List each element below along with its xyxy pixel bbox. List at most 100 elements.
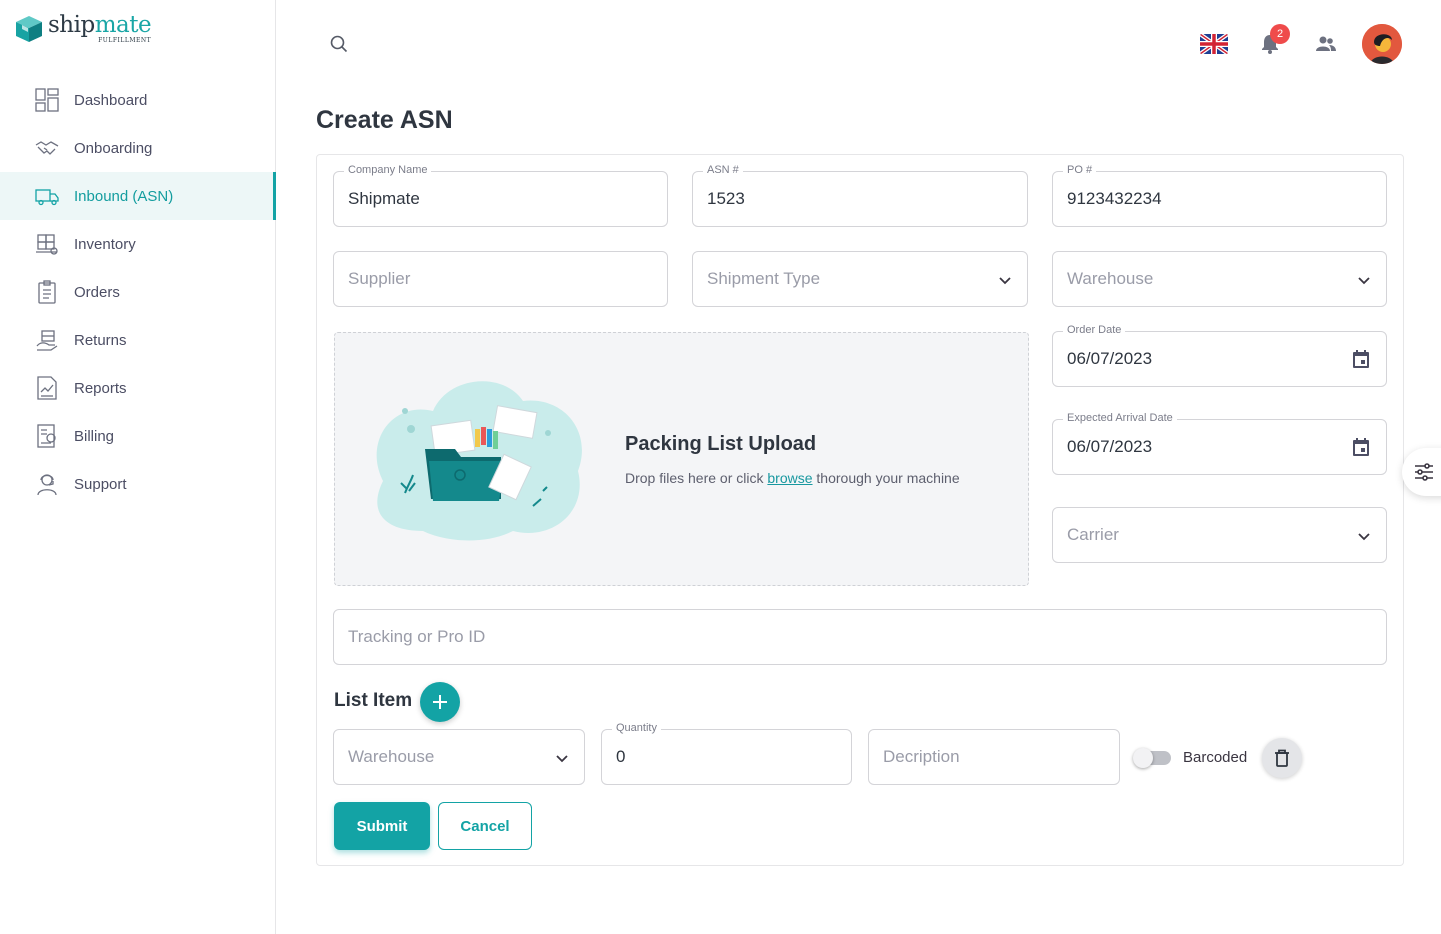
calendar-icon[interactable] — [1350, 436, 1372, 458]
page-title: Create ASN — [316, 106, 453, 134]
po-number-field[interactable]: PO # 9123432234 — [1052, 164, 1387, 227]
barcoded-toggle[interactable] — [1133, 748, 1171, 768]
delete-list-item-button[interactable] — [1262, 738, 1302, 778]
sidebar-item-label: Reports — [74, 379, 127, 397]
app-root: shipmate FULFILLMENT Dashboard Onboardin… — [0, 0, 1441, 934]
order-date-value: 06/07/2023 — [1067, 349, 1153, 368]
notification-badge: 2 — [1270, 24, 1290, 44]
returns-icon — [35, 328, 59, 352]
sidebar-item-inbound-asn[interactable]: Inbound (ASN) — [0, 172, 276, 220]
company-name-field[interactable]: Company Name Shipmate — [333, 164, 668, 227]
search-icon — [330, 35, 348, 53]
uk-flag-icon[interactable] — [1200, 34, 1228, 54]
quantity-label: Quantity — [612, 722, 661, 734]
list-item-warehouse-placeholder: Warehouse — [348, 747, 435, 766]
sidebar-item-orders[interactable]: Orders — [0, 268, 276, 316]
shipment-type-select[interactable]: Shipment Type — [692, 251, 1028, 307]
logo-subtitle: FULFILLMENT — [98, 37, 152, 44]
po-number-label: PO # — [1063, 164, 1097, 176]
trash-icon — [1275, 749, 1289, 767]
list-item-title: List Item — [334, 690, 413, 711]
toggle-knob — [1133, 748, 1153, 768]
create-asn-form: Company Name Shipmate ASN # 1523 PO # 91… — [316, 154, 1404, 866]
expected-arrival-date-field[interactable]: Expected Arrival Date 06/07/2023 — [1052, 412, 1387, 475]
sidebar: shipmate FULFILLMENT Dashboard Onboardin… — [0, 0, 276, 934]
tracking-placeholder: Tracking or Pro ID — [348, 627, 486, 646]
company-name-label: Company Name — [344, 164, 432, 176]
handshake-icon — [35, 136, 59, 160]
upload-title: Packing List Upload — [625, 433, 817, 455]
submit-button[interactable]: Submit — [334, 802, 430, 850]
tracking-field[interactable]: Tracking or Pro ID — [333, 609, 1387, 665]
chevron-down-icon — [556, 755, 568, 763]
quantity-field[interactable]: Quantity 0 — [601, 722, 852, 785]
barcoded-label: Barcoded — [1183, 749, 1248, 766]
folder-upload-illustration — [376, 381, 582, 541]
sidebar-nav: Dashboard Onboarding Inbound (ASN) Inven… — [0, 76, 276, 508]
sidebar-item-reports[interactable]: Reports — [0, 364, 276, 412]
sidebar-item-onboarding[interactable]: Onboarding — [0, 124, 276, 172]
shipmate-logo[interactable]: shipmate FULFILLMENT — [14, 12, 152, 44]
sidebar-item-label: Billing — [74, 427, 115, 445]
truck-icon — [35, 184, 59, 208]
sidebar-item-label: Orders — [74, 283, 120, 301]
company-name-value: Shipmate — [348, 189, 420, 208]
description-field[interactable]: Decription — [868, 729, 1120, 785]
logo-word-main: ship — [48, 12, 95, 38]
cancel-button[interactable]: Cancel — [438, 802, 532, 850]
sidebar-item-returns[interactable]: Returns — [0, 316, 276, 364]
description-placeholder: Decription — [883, 747, 960, 766]
sidebar-item-inventory[interactable]: Inventory — [0, 220, 276, 268]
list-item-warehouse-select[interactable]: Warehouse — [333, 729, 585, 785]
quantity-value: 0 — [616, 747, 626, 766]
plus-icon — [433, 695, 447, 709]
logo-word-accent: mate — [94, 12, 152, 38]
carrier-select[interactable]: Carrier — [1052, 507, 1387, 563]
supplier-field[interactable]: Supplier — [333, 251, 668, 307]
order-date-label: Order Date — [1063, 324, 1126, 336]
asn-number-field[interactable]: ASN # 1523 — [692, 164, 1028, 227]
report-icon — [35, 376, 59, 400]
team-button[interactable] — [1314, 32, 1338, 56]
asn-number-value: 1523 — [707, 189, 745, 208]
sidebar-item-dashboard[interactable]: Dashboard — [0, 76, 276, 124]
sidebar-item-label: Returns — [74, 331, 127, 349]
warehouse-select[interactable]: Warehouse — [1052, 251, 1387, 307]
support-agent-icon — [35, 472, 59, 496]
sidebar-item-billing[interactable]: Billing — [0, 412, 276, 460]
packing-list-dropzone[interactable]: Packing List Upload Drop files here or c… — [334, 332, 1029, 586]
chevron-down-icon — [1358, 277, 1370, 285]
sliders-icon — [1415, 463, 1433, 481]
add-list-item-button[interactable] — [420, 682, 460, 722]
inventory-icon — [35, 232, 59, 256]
clipboard-icon — [35, 280, 59, 304]
calendar-icon[interactable] — [1350, 348, 1372, 370]
upload-instructions: Drop files here or click browse thorough… — [625, 470, 960, 486]
supplier-placeholder: Supplier — [348, 269, 411, 288]
expected-arrival-date-value: 06/07/2023 — [1067, 437, 1153, 456]
asn-number-label: ASN # — [703, 164, 743, 176]
sidebar-item-label: Inbound (ASN) — [74, 187, 174, 205]
order-date-field[interactable]: Order Date 06/07/2023 — [1052, 324, 1387, 387]
sidebar-item-label: Dashboard — [74, 91, 148, 109]
carrier-placeholder: Carrier — [1067, 525, 1119, 544]
expected-arrival-date-label: Expected Arrival Date — [1063, 412, 1177, 424]
search-button[interactable] — [327, 32, 351, 56]
sidebar-item-label: Inventory — [74, 235, 136, 253]
user-avatar[interactable] — [1362, 24, 1402, 64]
po-number-value: 9123432234 — [1067, 189, 1162, 208]
sidebar-item-label: Support — [74, 475, 127, 493]
chevron-down-icon — [999, 277, 1011, 285]
avatar-icon — [1362, 24, 1402, 64]
sidebar-item-label: Onboarding — [74, 139, 153, 157]
users-icon — [1316, 36, 1336, 51]
box-logo-icon — [16, 16, 42, 42]
browse-link[interactable]: browse — [767, 470, 812, 486]
upload-text-after: thorough your machine — [812, 470, 960, 486]
warehouse-placeholder: Warehouse — [1067, 269, 1154, 288]
sidebar-item-support[interactable]: Support — [0, 460, 276, 508]
billing-icon — [35, 424, 59, 448]
settings-customizer-button[interactable] — [1402, 448, 1441, 496]
chevron-down-icon — [1358, 533, 1370, 541]
shipment-type-placeholder: Shipment Type — [707, 269, 821, 288]
